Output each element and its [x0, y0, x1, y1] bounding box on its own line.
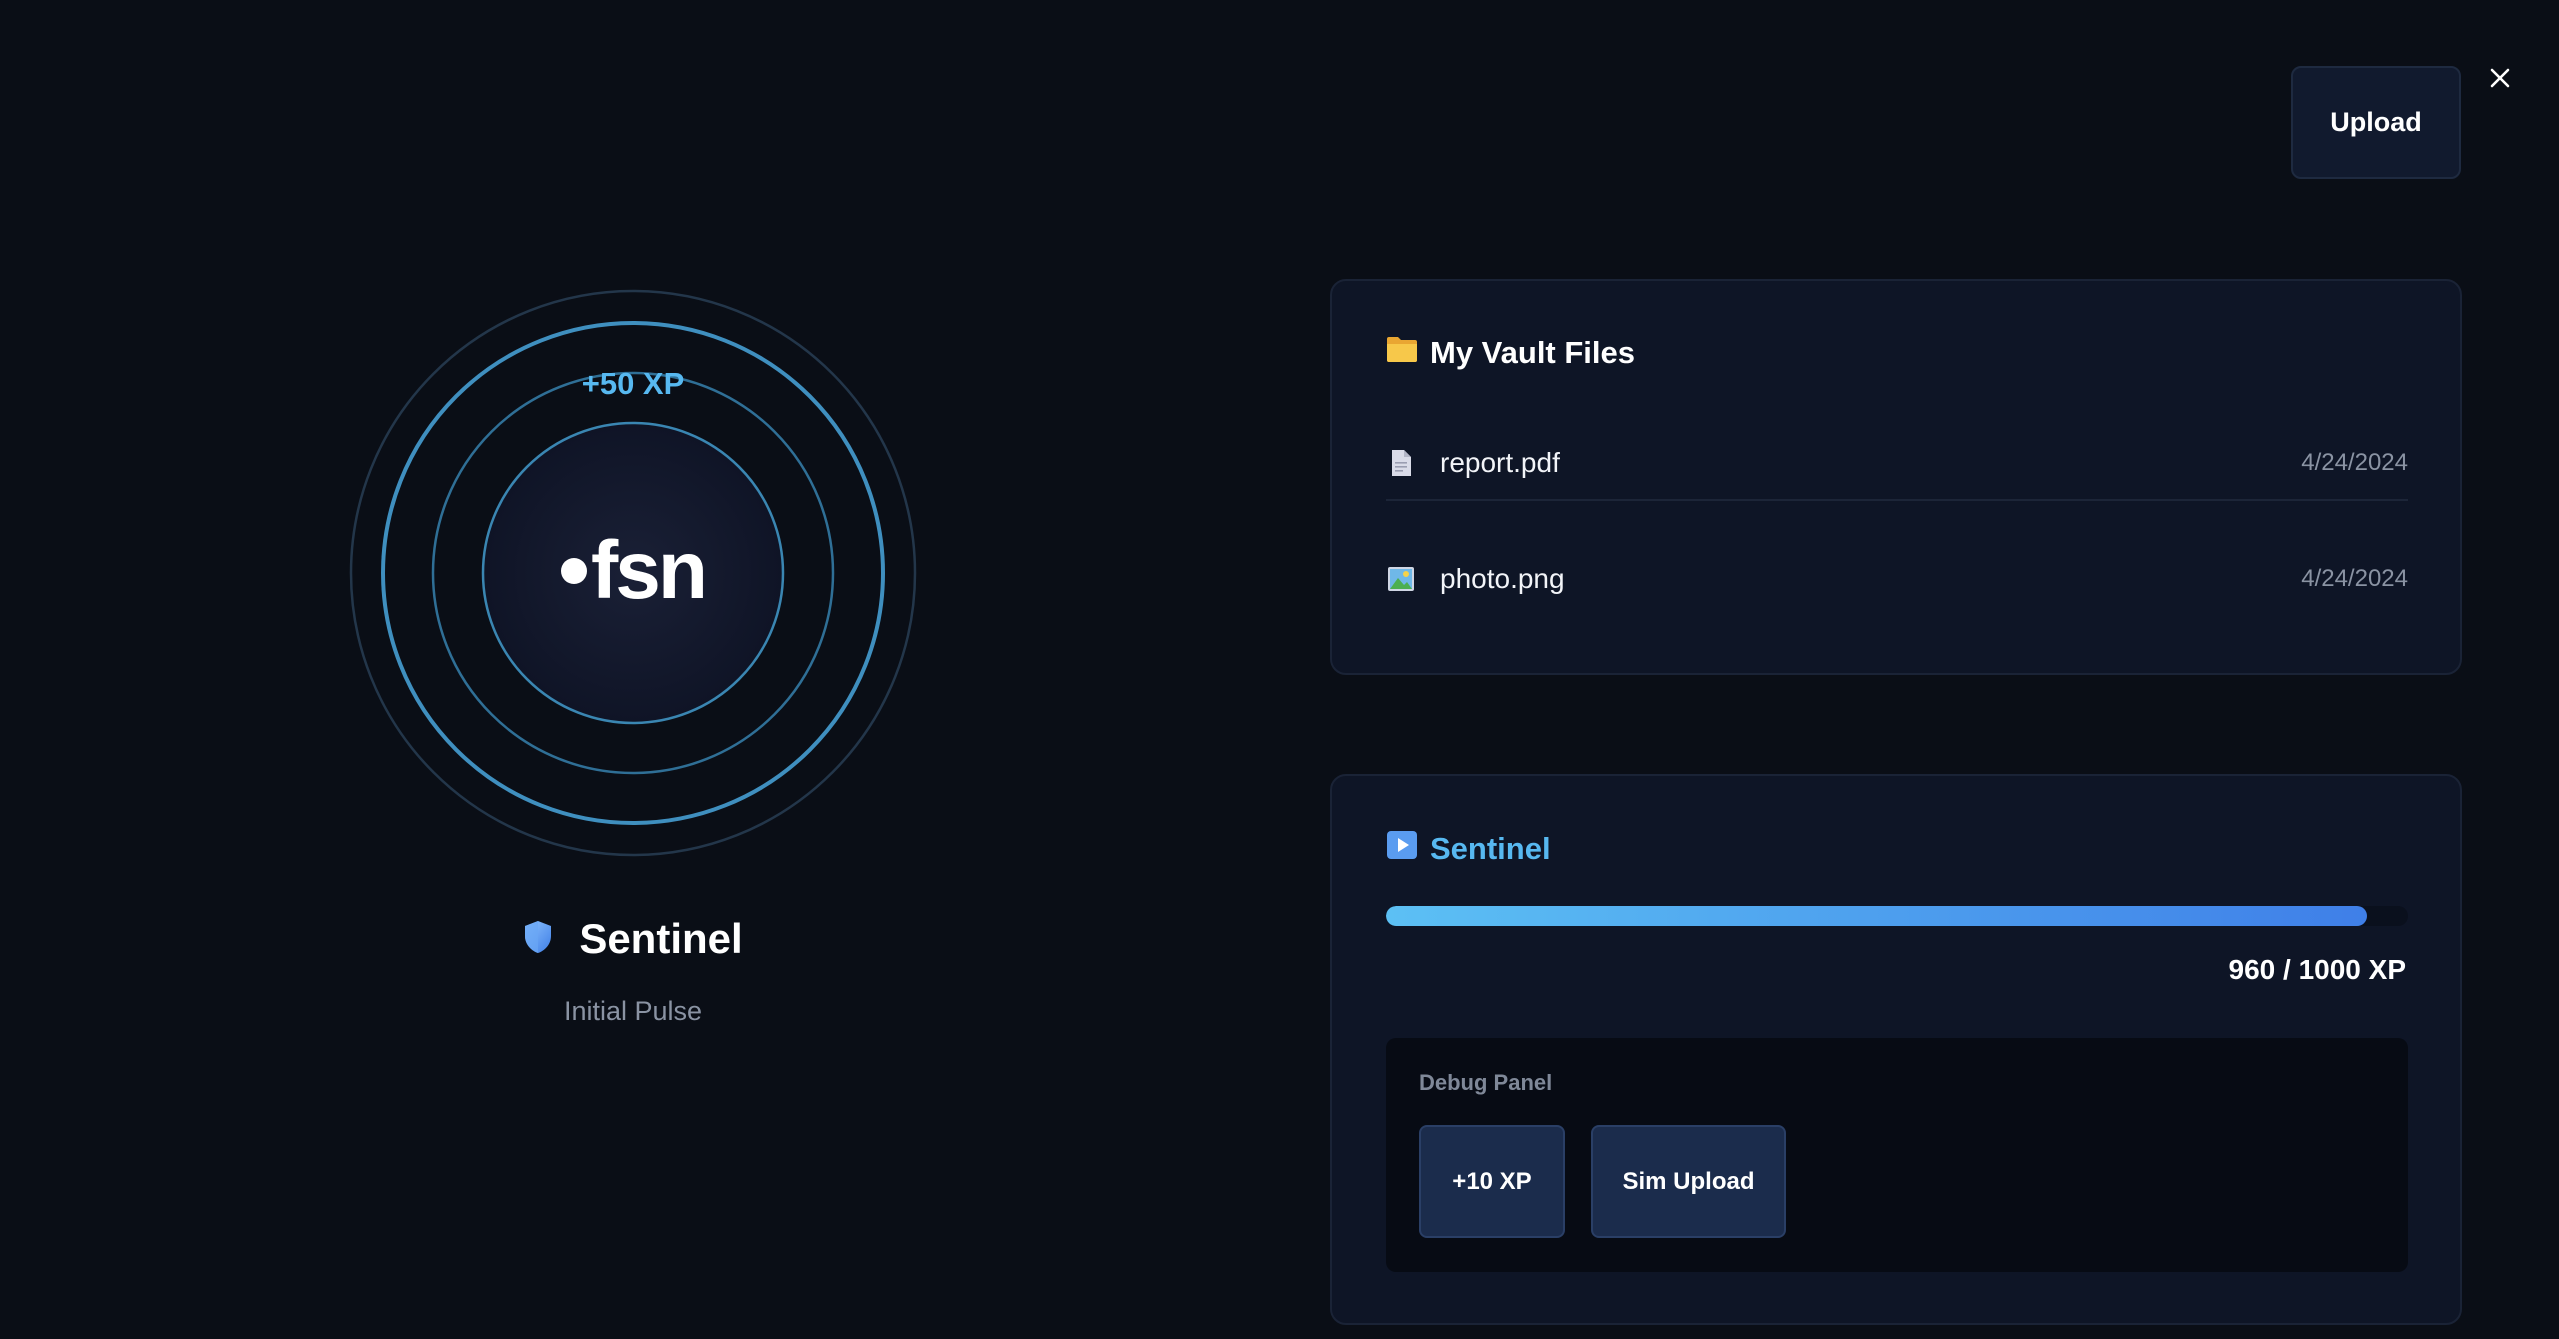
- file-date: 4/24/2024: [2301, 449, 2408, 476]
- vault-title: My Vault Files: [1386, 335, 1635, 371]
- rank-subtitle: Initial Pulse: [563, 996, 703, 1026]
- file-date: 4/24/2024: [2301, 565, 2408, 592]
- shield-icon: [523, 920, 553, 959]
- xp-readout: 960 / 1000 XP: [2228, 954, 2406, 985]
- image-icon: [1386, 564, 1416, 594]
- pulse-orb: +50 XP fsn: [348, 288, 918, 858]
- file-name: report.pdf: [1440, 447, 1560, 478]
- file-name: photo.png: [1440, 563, 1565, 594]
- vault-files-panel: My Vault Files report.pdf 4/24/2024 phot…: [1330, 279, 2462, 675]
- upload-button[interactable]: Upload: [2291, 66, 2461, 179]
- xp-gain-popup: +50 XP: [581, 366, 685, 401]
- file-row-photo[interactable]: photo.png 4/24/2024: [1386, 549, 2408, 609]
- folder-icon: [1386, 335, 1418, 371]
- app-root: Upload +50 XP fsn Sentinel Initial Pulse…: [0, 0, 2559, 1339]
- rank-display: Sentinel: [348, 915, 918, 963]
- debug-panel: Debug Panel +10 XP Sim Upload: [1386, 1038, 2408, 1272]
- vault-title-text: My Vault Files: [1430, 335, 1636, 370]
- debug-panel-title: Debug Panel: [1419, 1070, 1553, 1095]
- sim-upload-button[interactable]: Sim Upload: [1591, 1125, 1786, 1238]
- level-title: Sentinel: [1386, 830, 1551, 868]
- close-icon[interactable]: [2484, 62, 2516, 94]
- level-title-text: Sentinel: [1430, 831, 1551, 866]
- fsn-logo: fsn: [348, 521, 918, 621]
- level-panel: Sentinel 960 / 1000 XP Debug Panel +10 X…: [1330, 774, 2462, 1325]
- file-row-report[interactable]: report.pdf 4/24/2024: [1386, 427, 2408, 501]
- document-icon: [1386, 448, 1416, 478]
- logo-dot: [561, 558, 587, 584]
- play-icon: [1386, 830, 1418, 868]
- add-xp-button[interactable]: +10 XP: [1419, 1125, 1565, 1238]
- logo-text: fsn: [591, 525, 708, 616]
- xp-progress-bar: [1386, 906, 2408, 926]
- rank-name: Sentinel: [579, 915, 743, 962]
- xp-progress-fill: [1386, 906, 2368, 926]
